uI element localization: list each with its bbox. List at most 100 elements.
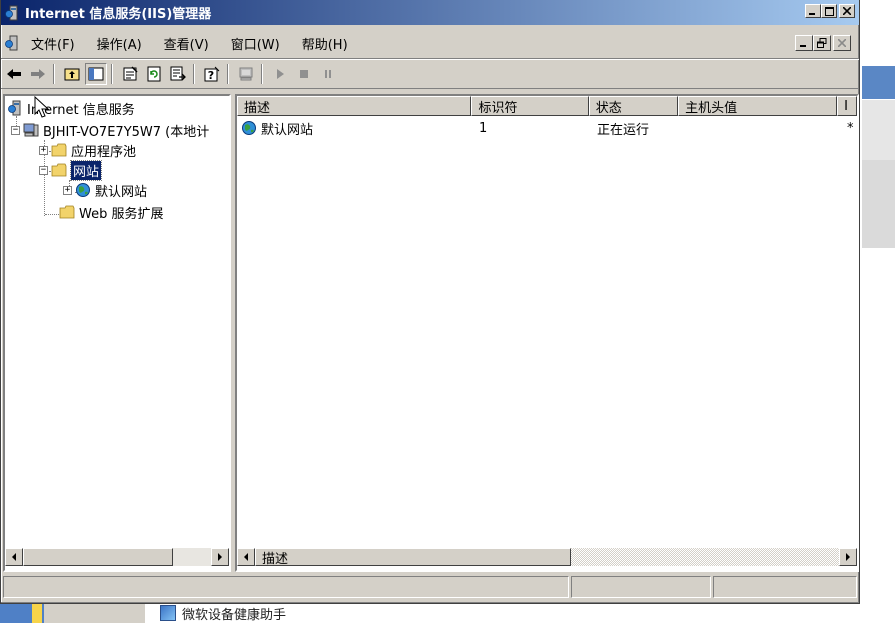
status-panel-2	[571, 576, 711, 598]
tree-label-web-extensions: Web 服务扩展	[79, 206, 164, 222]
window-title: Internet 信息服务(IIS)管理器	[25, 7, 212, 22]
column-header-identifier[interactable]: 标识符	[471, 96, 589, 116]
toolbar-separator	[53, 64, 55, 84]
close-button[interactable]	[839, 4, 855, 18]
menu-file[interactable]: 文件(F)	[31, 34, 75, 53]
taskbar-yellow-tab	[32, 603, 42, 623]
forward-arrow-icon	[31, 69, 45, 79]
row-status: 正在运行	[597, 122, 650, 138]
scroll-thumb-label: 描述	[262, 551, 289, 567]
list-pane[interactable]: 描述 标识符 状态 主机头值 I 默认网站 1 正在运行 *	[235, 94, 859, 572]
toolbar-separator	[261, 64, 263, 84]
toolbar-separator	[193, 64, 195, 84]
tree-item-websites[interactable]: − 网站	[39, 159, 103, 181]
column-header-host[interactable]: 主机头值	[678, 96, 838, 116]
play-icon	[277, 69, 284, 79]
menu-bar: 文件(F) 操作(A) 查看(V) 窗口(W) 帮助(H)	[1, 28, 859, 59]
mdi-buttons	[795, 35, 851, 51]
expand-toggle[interactable]: +	[39, 145, 48, 155]
tree-connector	[45, 214, 59, 215]
taskbar	[0, 603, 145, 623]
status-bar	[1, 574, 859, 600]
menu-action[interactable]: 操作(A)	[97, 34, 142, 53]
toolbar-separator	[227, 64, 229, 84]
globe-icon	[76, 183, 90, 197]
mdi-child-icon[interactable]	[5, 35, 21, 51]
tree-label-app-pools: 应用程序池	[71, 144, 137, 160]
toolbar: ?	[1, 59, 859, 89]
computer-button[interactable]	[235, 63, 257, 85]
mdi-restore-button[interactable]	[813, 35, 831, 51]
title-buttons	[805, 4, 855, 18]
arrow-left-icon	[12, 553, 16, 561]
export-list-icon	[170, 66, 186, 81]
mdi-close-button[interactable]	[833, 35, 851, 51]
minimize-icon	[800, 45, 806, 47]
minimize-button[interactable]	[805, 4, 821, 18]
mdi-minimize-button[interactable]	[795, 35, 813, 51]
column-header-ip[interactable]: I	[837, 96, 857, 116]
iis-manager-window: Internet 信息服务(IIS)管理器 文件(F) 操作(A) 查看(V) …	[0, 0, 860, 604]
tree-item-root[interactable]: Internet 信息服务	[7, 98, 135, 118]
tree-item-computer[interactable]: − BJHIT-VO7E7Y5W7 (本地计	[11, 120, 209, 140]
column-header-description[interactable]: 描述	[237, 96, 472, 116]
svg-text:?: ?	[208, 69, 214, 82]
list-header: 描述 标识符 状态 主机头值 I	[237, 96, 857, 116]
scroll-left-button[interactable]	[5, 548, 23, 566]
back-button[interactable]	[3, 63, 25, 85]
taskbar-helper-label: 微软设备健康助手	[182, 607, 287, 623]
tree-item-default-site[interactable]: + 默认网站	[63, 180, 147, 200]
list-horizontal-scrollbar[interactable]: 描述	[237, 548, 857, 567]
start-button[interactable]	[269, 63, 291, 85]
properties-button[interactable]	[119, 63, 141, 85]
up-level-button[interactable]	[61, 63, 83, 85]
menu-view[interactable]: 查看(V)	[164, 34, 209, 53]
collapse-toggle[interactable]: −	[39, 165, 48, 175]
expand-toggle[interactable]: +	[63, 185, 72, 195]
scroll-thumb[interactable]: 描述	[255, 548, 571, 567]
tree-label-websites: 网站	[69, 159, 103, 181]
column-header-status[interactable]: 状态	[588, 96, 679, 116]
maximize-icon	[824, 6, 834, 16]
collapse-toggle[interactable]: −	[11, 125, 20, 135]
folder-icon	[59, 205, 75, 219]
row-identifier: 1	[479, 120, 488, 136]
back-arrow-icon	[7, 69, 21, 79]
stop-button[interactable]	[293, 63, 315, 85]
maximize-button[interactable]	[821, 4, 837, 18]
folder-open-icon	[51, 163, 67, 177]
tree-item-web-extensions[interactable]: Web 服务扩展	[59, 202, 163, 222]
status-panel-3	[713, 576, 857, 598]
tree-pane[interactable]: Internet 信息服务 − BJHIT-VO7E7Y5W7 (本地计 + 应…	[3, 94, 231, 572]
scroll-right-button[interactable]	[839, 548, 857, 566]
pause-button[interactable]	[317, 63, 339, 85]
scroll-right-button[interactable]	[211, 548, 229, 566]
taskbar-helper-item[interactable]: 微软设备健康助手	[160, 604, 287, 623]
mouse-cursor-icon	[34, 96, 50, 118]
arrow-right-icon	[846, 553, 850, 561]
taskbar-gray-tab[interactable]	[44, 603, 145, 623]
menu-help[interactable]: 帮助(H)	[302, 34, 348, 53]
title-bar[interactable]: Internet 信息服务(IIS)管理器	[1, 0, 859, 25]
scroll-thumb[interactable]	[23, 548, 173, 566]
status-panel-main	[3, 576, 569, 598]
iis-app-icon	[5, 5, 18, 20]
help-button[interactable]: ?	[201, 63, 223, 85]
table-row[interactable]: 默认网站 1 正在运行 *	[237, 118, 857, 138]
show-hide-tree-button[interactable]	[85, 63, 107, 85]
tree-horizontal-scrollbar[interactable]	[5, 548, 229, 566]
globe-icon	[242, 121, 256, 135]
arrow-left-icon	[244, 553, 248, 561]
desktop-gray-panel	[862, 100, 895, 160]
tree-item-app-pools[interactable]: + 应用程序池	[39, 140, 136, 160]
iis-server-icon	[8, 100, 21, 116]
up-folder-icon	[64, 68, 80, 81]
refresh-button[interactable]	[143, 63, 165, 85]
export-list-button[interactable]	[167, 63, 189, 85]
row-description-cell: 默认网站	[237, 119, 473, 138]
device-health-icon	[160, 605, 176, 621]
menu-window[interactable]: 窗口(W)	[231, 34, 280, 53]
forward-button[interactable]	[27, 63, 49, 85]
scroll-left-button[interactable]	[237, 548, 255, 566]
desktop-blue-strip	[862, 66, 895, 99]
